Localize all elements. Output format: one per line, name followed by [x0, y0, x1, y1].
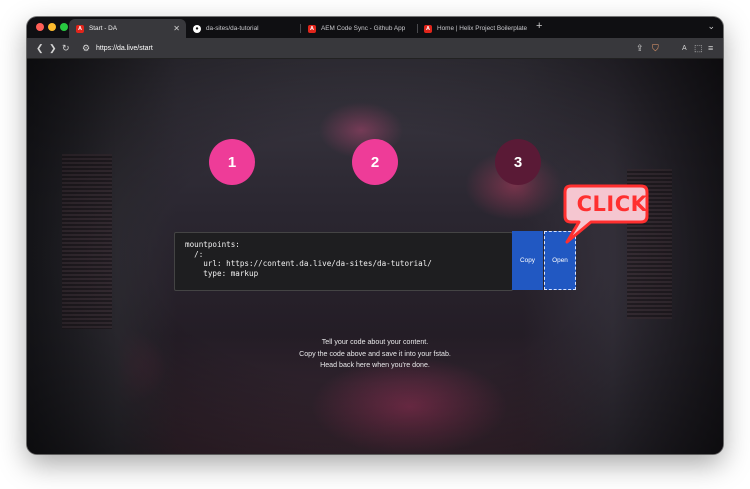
- tab-start-da[interactable]: A Start - DA ✕: [69, 19, 186, 38]
- menu-icon[interactable]: ≡: [708, 42, 713, 54]
- tab-label: AEM Code Sync - Github App: [321, 25, 406, 32]
- tab-label: Home | Helix Project Boilerplate: [437, 25, 528, 32]
- instruction-line: Tell your code about your content.: [321, 338, 429, 346]
- share-icon[interactable]: ⇪: [636, 42, 644, 54]
- forward-arrow-icon[interactable]: ❯: [49, 42, 57, 54]
- brave-shield-icon[interactable]: ⛉: [652, 42, 659, 54]
- maximize-window-button[interactable]: [60, 23, 68, 31]
- new-tab-button[interactable]: +: [536, 20, 542, 32]
- tab-label: Start - DA: [89, 25, 118, 32]
- tab-list-chevron-icon[interactable]: ⌄: [707, 21, 715, 32]
- tab-aem-code-sync[interactable]: A AEM Code Sync - Github App: [301, 19, 417, 38]
- tab-helix-boilerplate[interactable]: A Home | Helix Project Boilerplate: [417, 19, 532, 38]
- site-settings-icon[interactable]: ⚙: [82, 42, 90, 54]
- step-1-indicator: 1: [209, 139, 255, 185]
- adobe-icon: A: [76, 24, 84, 33]
- tab-strip: A Start - DA ✕ ● da-sites/da-tutorial A …: [27, 17, 723, 38]
- instruction-line: Head back here when you're done.: [320, 361, 430, 369]
- tab-da-tutorial[interactable]: ● da-sites/da-tutorial: [186, 19, 300, 38]
- browser-window: A Start - DA ✕ ● da-sites/da-tutorial A …: [27, 17, 723, 454]
- minimize-window-button[interactable]: [48, 23, 56, 31]
- instruction-line: Copy the code above and save it into you…: [299, 349, 451, 358]
- copy-button[interactable]: Copy: [512, 231, 543, 290]
- adobe-icon: A: [424, 24, 432, 33]
- address-bar[interactable]: https://da.live/start: [96, 42, 153, 54]
- navigation-toolbar: ❮ ❯ ↻ ⚙ https://da.live/start ⇪ ⛉ A ⬚ ≡: [27, 38, 723, 59]
- tab-label: da-sites/da-tutorial: [206, 25, 259, 32]
- fstab-code-text: mountpoints: /: url: https://content.da.…: [185, 240, 432, 278]
- reload-icon[interactable]: ↻: [62, 42, 70, 54]
- close-tab-icon[interactable]: ✕: [173, 24, 180, 33]
- close-window-button[interactable]: [36, 23, 44, 31]
- back-arrow-icon[interactable]: ❮: [36, 42, 44, 54]
- step-2-indicator: 2: [352, 139, 398, 185]
- extensions-icon[interactable]: ⬚: [694, 42, 703, 54]
- instructions: Tell your code about your content. Copy …: [27, 337, 723, 372]
- step-3-indicator: 3: [495, 139, 541, 185]
- fstab-code-block[interactable]: mountpoints: /: url: https://content.da.…: [174, 232, 513, 291]
- translate-icon[interactable]: A: [682, 42, 687, 54]
- adobe-icon: A: [308, 24, 316, 33]
- click-callout-text: CLICK: [576, 192, 648, 216]
- github-icon: ●: [193, 24, 201, 33]
